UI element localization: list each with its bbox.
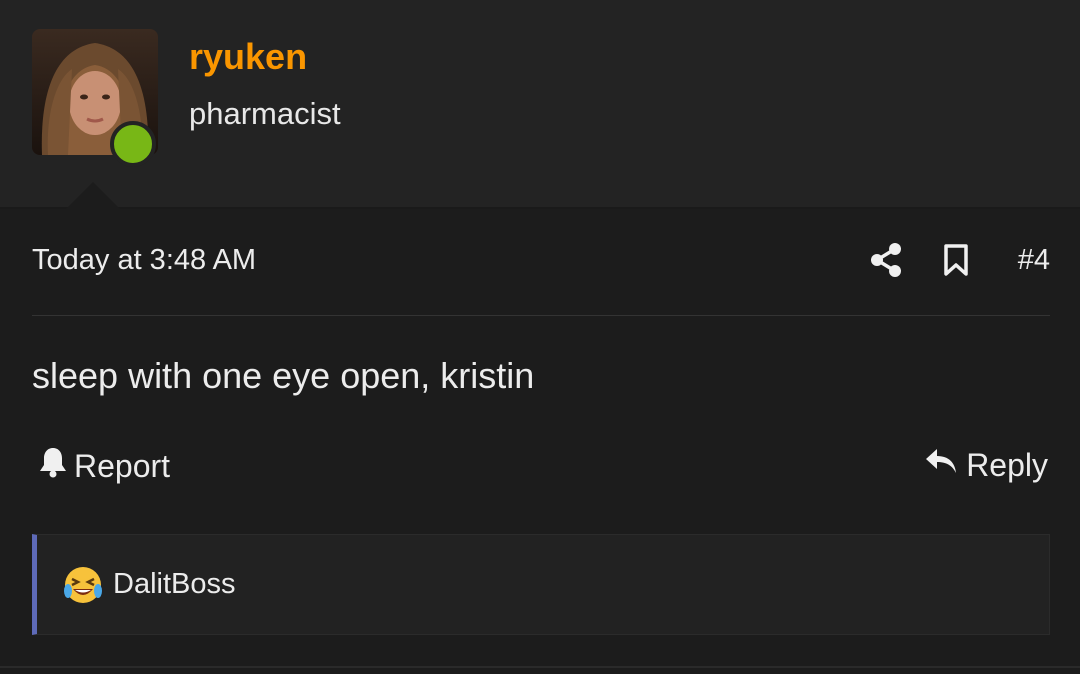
share-icon[interactable] <box>870 242 902 278</box>
bottom-divider <box>0 666 1080 668</box>
message-pointer <box>66 182 120 209</box>
divider <box>32 315 1050 316</box>
laughing-crying-emoji-icon <box>63 565 103 605</box>
reply-label: Reply <box>966 446 1048 483</box>
report-button[interactable]: Report <box>38 446 170 486</box>
post-number-link[interactable]: #4 <box>1018 244 1050 277</box>
username[interactable]: ryuken <box>189 36 307 78</box>
reply-arrow-icon <box>924 446 958 484</box>
post-actions: Report Reply <box>32 446 1050 490</box>
post-timestamp[interactable]: Today at 3:48 AM <box>32 244 256 277</box>
online-status-indicator <box>110 121 156 167</box>
bell-icon <box>38 446 68 486</box>
user-title: pharmacist <box>189 96 341 131</box>
reactions-bar[interactable]: DalitBoss <box>32 534 1050 635</box>
reaction-user-link[interactable]: DalitBoss <box>113 568 236 601</box>
bookmark-icon[interactable] <box>942 243 970 277</box>
post-meta: Today at 3:48 AM #4 <box>32 240 1050 284</box>
post-body: sleep with one eye open, kristin <box>32 355 535 396</box>
report-label: Report <box>74 447 171 484</box>
user-header: ryuken pharmacist <box>0 0 1080 209</box>
reply-button[interactable]: Reply <box>924 446 1048 484</box>
